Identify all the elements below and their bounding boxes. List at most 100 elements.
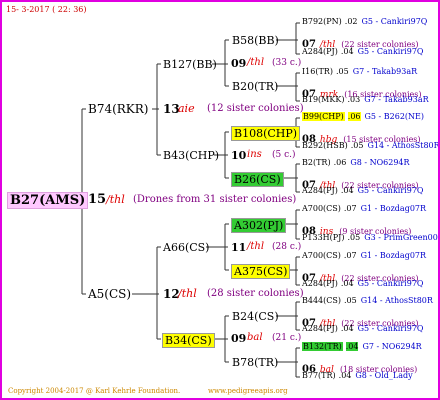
gen4-ancestor-year: .03 xyxy=(347,95,361,104)
gen3-item: A375(CS) xyxy=(231,264,291,279)
gen4-ancestor-origin: G14 - AthosSt80R xyxy=(367,141,440,150)
gen4-ancestor-name: A284(PJ) xyxy=(302,47,338,56)
gen4-ancestor-origin: G8 - NO6294R xyxy=(350,158,410,167)
gen2-item: B34(CS) xyxy=(162,333,215,348)
gen4-ancestor-origin: G7 - NO6294R xyxy=(362,342,422,351)
gen4-ancestor-name: B132(TR) xyxy=(302,342,343,351)
gen4-ancestor: B2(TR) .06 G8 - NO6294R xyxy=(302,159,410,167)
gen4-ancestor: I16(TR) .05 G7 - Takab93aR xyxy=(302,68,417,76)
gen4-ancestor-year: .06 xyxy=(347,112,361,121)
gen1-father: B74(RKR) xyxy=(88,102,149,116)
gen4-ancestor-name: A284(PJ) xyxy=(302,324,338,333)
gen1-mother-breeder: /thl xyxy=(178,287,197,300)
gen4-ancestor: A284(PJ) .04 G5 - Cankiri97Q xyxy=(302,48,423,56)
gen4-ancestor-name: B19(MKK) xyxy=(302,95,345,104)
gen4-ancestor-name: I16(TR) xyxy=(302,67,333,76)
footer-link[interactable]: www.pedigreeapis.org xyxy=(208,388,288,395)
gen4-ancestor-year: .04 xyxy=(340,186,354,195)
gen2-year: 09 xyxy=(231,57,247,70)
gen4-ancestor-name: B77(TR) xyxy=(302,371,336,380)
gen1-mother-note: (28 sister colonies) xyxy=(207,288,304,299)
gen2-item: B43(CHP) xyxy=(163,149,220,162)
gen3-item: B24(CS) xyxy=(232,310,279,323)
gen4-ancestor: B792(PN) .02 G5 - Cankiri97Q xyxy=(302,18,427,26)
pedigree-frame: 15- 3-2017 ( 22: 36) B27(AMS) 15 /thl (D… xyxy=(0,0,440,400)
gen1-mother: A5(CS) xyxy=(88,287,132,301)
gen1-father-note: (12 sister colonies) xyxy=(207,103,304,114)
gen2-note: (21 c.) xyxy=(272,333,302,343)
footer-copyright: Copyright 2004-2017 @ Karl Kehrle Founda… xyxy=(8,387,181,395)
gen3-item: B20(TR) xyxy=(232,80,279,93)
print-date: 15- 3-2017 ( 22: 36) xyxy=(6,5,87,14)
gen4-ancestor-year: .07 xyxy=(343,204,357,213)
gen3-item: A302(PJ) xyxy=(231,218,287,233)
gen4-ancestor: B132(TR) .04 G7 - NO6294R xyxy=(302,342,422,351)
gen4-ancestor-origin: G1 - Bozdag07R xyxy=(360,204,427,213)
gen3-item: B108(CHP) xyxy=(231,126,301,141)
gen4-ancestor-name: A284(PJ) xyxy=(302,279,338,288)
gen2-item: A66(CS) xyxy=(163,241,210,254)
gen4-ancestor-origin: G5 - Cankiri97Q xyxy=(361,17,428,26)
root-queen: B27(AMS) xyxy=(7,192,89,209)
gen4-ancestor-name: P133H(PJ) xyxy=(302,233,345,242)
gen4-ancestor-year: .07 xyxy=(343,251,357,260)
gen2-breeder: /thl xyxy=(247,241,265,252)
gen4-ancestor: A700(CS) .07 G1 - Bozdag07R xyxy=(302,205,426,213)
gen4-ancestor-origin: G3 - PrimGreen00 xyxy=(364,233,438,242)
gen4-ancestor-name: B2(TR) xyxy=(302,158,331,167)
gen4-ancestor: A284(PJ) .04 G5 - Cankiri97Q xyxy=(302,280,423,288)
gen4-ancestor: B292(HSB) .05 G14 - AthosSt80R xyxy=(302,141,440,150)
gen4-ancestor-year: .04 xyxy=(338,371,352,380)
gen4-ancestor-name: A700(CS) xyxy=(302,251,341,260)
gen4-ancestor: A700(CS) .07 G1 - Bozdag07R xyxy=(302,252,426,260)
gen4-ancestor-year: .05 xyxy=(335,67,349,76)
gen4-ancestor-year: .06 xyxy=(333,158,347,167)
gen2-note: (28 c.) xyxy=(272,242,302,252)
gen4-ancestor: A284(PJ) .04 G5 - Cankiri97Q xyxy=(302,325,423,333)
gen4-ancestor-name: B444(CS) xyxy=(302,296,341,305)
gen4-ancestor-year: .04 xyxy=(340,324,354,333)
gen4-ancestor-origin: G7 - Takab93aR xyxy=(352,67,418,76)
gen2-year: 11 xyxy=(231,241,247,254)
gen4-ancestor-name: B792(PN) xyxy=(302,17,342,26)
root-note: (Drones from 31 sister colonies) xyxy=(133,194,297,205)
gen2-breeder: bal xyxy=(247,332,263,343)
gen4-ancestor: B444(CS) .05 G14 - AthosSt80R xyxy=(302,297,433,305)
gen4-ancestor-year: .04 xyxy=(345,342,359,351)
gen4-ancestor: A284(PJ) .04 G5 - Cankiri97Q xyxy=(302,187,423,195)
gen4-ancestor-name: A700(CS) xyxy=(302,204,341,213)
gen4-ancestor-name: B292(HSB) xyxy=(302,141,348,150)
root-breeder: /thl xyxy=(106,193,125,206)
gen2-breeder: /thl xyxy=(247,57,265,68)
gen4-ancestor-origin: G5 - B262(NE) xyxy=(364,112,425,121)
gen4-ancestor-origin: G7 - Takab93aR xyxy=(364,95,429,104)
gen2-year: 09 xyxy=(231,332,247,345)
gen4-ancestor-year: .05 xyxy=(350,141,364,150)
gen4-ancestor: B99(CHP) .06 G5 - B262(NE) xyxy=(302,112,425,121)
gen4-ancestor: B77(TR) .04 G8 - Old_Lady xyxy=(302,372,413,380)
root-year: 15 xyxy=(88,192,107,207)
gen4-ancestor-origin: G5 - Cankiri97Q xyxy=(357,279,424,288)
gen4-ancestor-year: .02 xyxy=(344,17,358,26)
gen3-item: B58(BB) xyxy=(232,34,279,47)
gen4-ancestor: P133H(PJ) .05 G3 - PrimGreen00 xyxy=(302,234,438,242)
gen4-ancestor-origin: G5 - Cankiri97Q xyxy=(357,324,424,333)
gen4-ancestor-year: .04 xyxy=(340,47,354,56)
gen3-item: B26(CS) xyxy=(231,172,284,187)
gen2-item: B127(BB) xyxy=(163,58,217,71)
gen2-note: (33 c.) xyxy=(272,58,302,68)
gen2-year: 10 xyxy=(231,149,247,162)
gen4-ancestor-origin: G14 - AthosSt80R xyxy=(360,296,433,305)
gen4-ancestor-name: A284(PJ) xyxy=(302,186,338,195)
gen4-ancestor: B19(MKK) .03 G7 - Takab93aR xyxy=(302,96,429,104)
gen4-ancestor-year: .05 xyxy=(344,296,357,305)
gen4-ancestor-name: B99(CHP) xyxy=(302,112,345,121)
gen4-ancestor-year: .05 xyxy=(347,233,361,242)
gen4-ancestor-origin: G8 - Old_Lady xyxy=(355,371,413,380)
gen4-ancestor-origin: G5 - Cankiri97Q xyxy=(357,186,424,195)
gen4-ancestor-origin: G5 - Cankiri97Q xyxy=(357,47,424,56)
gen4-ancestor-origin: G1 - Bozdag07R xyxy=(360,251,427,260)
gen1-father-breeder: aie xyxy=(178,102,195,115)
gen4-ancestor-year: .04 xyxy=(340,279,354,288)
gen2-note: (5 c.) xyxy=(272,150,296,160)
